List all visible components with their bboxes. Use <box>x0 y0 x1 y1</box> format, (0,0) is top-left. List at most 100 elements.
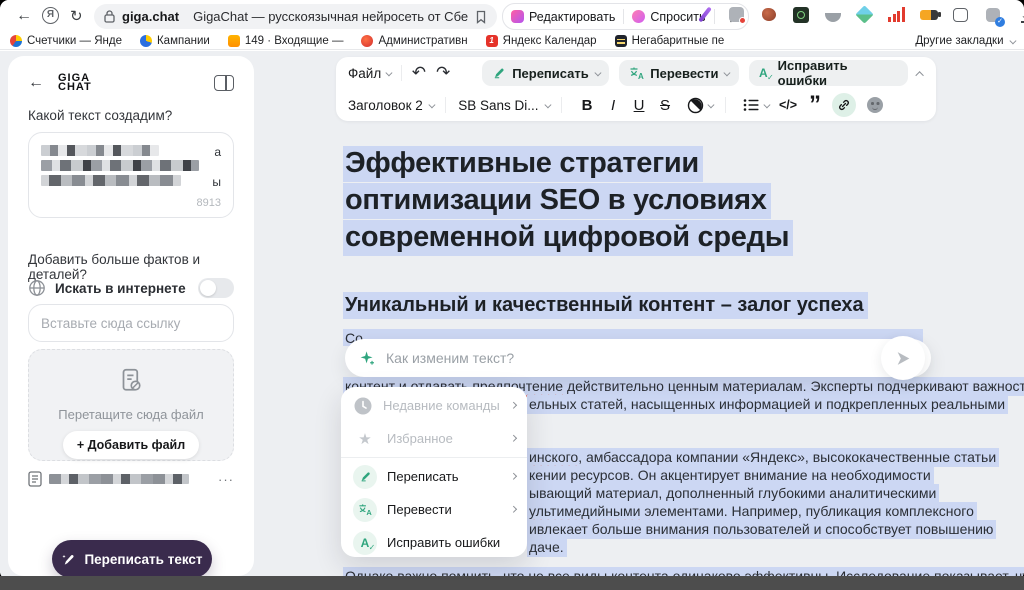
attached-file-row[interactable]: ··· <box>28 470 234 488</box>
menu-item-favorites[interactable]: ★ Избранное <box>341 422 527 455</box>
download-icon[interactable]: ↓ <box>1015 5 1024 24</box>
toolbar-row-2: Заголовок 2 SB Sans Di... B I U S <box>336 89 936 121</box>
editor-toolbar: Файл ↶ ↷ Переписать A Перевести <box>336 57 936 121</box>
font-family-select[interactable]: SB Sans Di... <box>458 98 549 113</box>
rewrite-text-button[interactable]: Переписать текст <box>52 540 212 578</box>
bookmark-flag-icon[interactable] <box>475 10 487 24</box>
yandex-browser-icon[interactable]: Я <box>42 7 59 24</box>
bookmark-metrica[interactable]: Счетчики — Янде <box>10 35 122 47</box>
link-button[interactable] <box>832 93 856 117</box>
menu-item-rewrite[interactable]: Переписать <box>341 460 527 493</box>
paragraph-style-select[interactable]: Заголовок 2 <box>348 98 433 113</box>
bookmarks-bar: Счетчики — Янде Кампании 149 · Входящие … <box>0 33 1024 50</box>
doc-title-line1: Эффективные стратегии <box>343 145 703 181</box>
menu-item-fix-errors[interactable]: A✓ Исправить ошибки <box>341 526 527 559</box>
extension-battery-icon[interactable] <box>919 5 938 24</box>
other-bookmarks-button[interactable]: Другие закладки <box>915 35 1014 47</box>
chevron-down-icon <box>724 69 730 75</box>
collapse-toolbar-button[interactable] <box>918 64 924 82</box>
menu-item-recent-commands[interactable]: Недавние команды <box>341 389 527 422</box>
dark-site-icon <box>615 35 627 47</box>
ai-command-input[interactable]: Как изменим текст? <box>345 339 931 377</box>
browser-toolbar: ← Я ↻ giga.chat GigaChat — русскоязычная… <box>0 0 1024 33</box>
rewrite-pill-button[interactable]: Переписать <box>482 60 609 86</box>
back-icon[interactable]: ← <box>16 7 32 25</box>
doc-paragraph1-line4: ельных статей, насыщенных информацией и … <box>527 396 1008 413</box>
prompt-textarea[interactable]: а ы 8913 <box>28 132 234 218</box>
svg-text:A: A <box>638 72 644 80</box>
emoji-icon <box>867 97 883 113</box>
link-input[interactable]: Вставьте сюда ссылку <box>28 304 234 342</box>
char-counter: 8913 <box>197 197 221 209</box>
redo-button[interactable]: ↷ <box>436 63 450 83</box>
web-search-row: Искать в интернете <box>28 278 234 298</box>
divider <box>623 9 624 24</box>
gigachat-logo: GIGA CHAT <box>58 74 92 92</box>
bold-button[interactable]: B <box>574 97 600 114</box>
chevron-down-icon <box>1009 37 1015 43</box>
divider <box>445 97 446 113</box>
bookmark-oversized[interactable]: Негабаритные пе <box>615 35 725 47</box>
bookmark-campaigns[interactable]: Кампании <box>140 35 210 47</box>
extension-checker-icon[interactable] <box>983 5 1002 24</box>
extension-blocker-icon[interactable] <box>727 5 746 24</box>
doc-paragraph2-line3: ывающий материал, дополненный глубокими … <box>527 485 939 502</box>
extension-pen-icon[interactable] <box>695 5 714 24</box>
sparkle-icon <box>359 350 376 367</box>
calendar-icon: 1 <box>486 35 498 47</box>
chevron-down-icon <box>429 101 435 107</box>
doc-title-line2: оптимизации SEO в условиях <box>343 182 771 218</box>
fix-errors-pill-button[interactable]: A✓ Исправить ошибки <box>749 60 908 86</box>
toggle-panel-icon[interactable] <box>214 75 234 91</box>
extension-stats-icon[interactable] <box>887 5 906 24</box>
url-text: giga.chat <box>122 9 179 24</box>
chevron-down-icon <box>386 69 392 75</box>
translate-pill-button[interactable]: A Перевести <box>619 60 739 86</box>
extension-clipboard-icon[interactable] <box>951 5 970 24</box>
file-menu-icon[interactable]: ··· <box>218 472 234 487</box>
alice-ask-icon <box>632 10 645 23</box>
prompt-label: Какой текст создадим? <box>28 108 172 123</box>
text-color-button[interactable] <box>682 94 708 116</box>
web-search-toggle[interactable] <box>198 278 234 298</box>
back-arrow-icon[interactable]: ← <box>28 74 44 92</box>
strikethrough-button[interactable]: S <box>652 97 678 114</box>
bookmark-inbox[interactable]: 149 · Входящие — <box>228 35 344 47</box>
send-button[interactable] <box>881 336 925 380</box>
add-file-button[interactable]: + Добавить файл <box>63 431 199 459</box>
toolbar-row-1: Файл ↶ ↷ Переписать A Перевести <box>336 57 936 89</box>
extension-cube-icon[interactable] <box>855 5 874 24</box>
extension-dark-green-icon[interactable] <box>791 5 810 24</box>
chevron-right-icon <box>510 402 516 408</box>
chevron-up-icon <box>915 71 923 79</box>
divider <box>401 65 402 81</box>
menu-item-translate[interactable]: A Перевести <box>341 493 527 526</box>
address-bar[interactable]: giga.chat GigaChat — русскоязычная нейро… <box>94 4 497 29</box>
emoji-button[interactable] <box>862 94 888 116</box>
ai-input-placeholder: Как изменим текст? <box>386 350 881 366</box>
doc-paragraph2-line1: инского, амбассадора компании «Яндекс», … <box>527 449 999 466</box>
underline-button[interactable]: U <box>626 97 652 114</box>
code-button[interactable]: </> <box>772 98 804 112</box>
bookmark-calendar[interactable]: 1 Яндекс Календар <box>486 35 597 47</box>
bullet-list-icon <box>743 98 759 112</box>
list-button[interactable] <box>738 94 764 116</box>
send-arrow-icon <box>895 350 912 367</box>
pen-icon <box>353 465 377 489</box>
spellcheck-icon: A✓ <box>353 531 377 555</box>
reload-icon[interactable]: ↻ <box>70 7 83 25</box>
metrica-icon <box>10 35 22 47</box>
file-menu-button[interactable]: Файл <box>348 66 391 81</box>
chevron-down-icon <box>544 101 550 107</box>
file-icon <box>28 471 42 487</box>
extension-planet-icon[interactable] <box>759 5 778 24</box>
undo-button[interactable]: ↶ <box>412 63 426 83</box>
blockquote-button[interactable]: ” <box>804 100 826 110</box>
italic-button[interactable]: I <box>600 97 626 114</box>
edit-with-alice-button[interactable]: Редактировать <box>511 10 615 24</box>
star-icon: ★ <box>353 430 377 448</box>
file-dropzone[interactable]: Перетащите сюда файл + Добавить файл <box>28 349 234 461</box>
bookmark-admin[interactable]: Административн <box>361 35 467 47</box>
extension-bowl-icon[interactable] <box>823 5 842 24</box>
redacted-text <box>41 160 199 171</box>
